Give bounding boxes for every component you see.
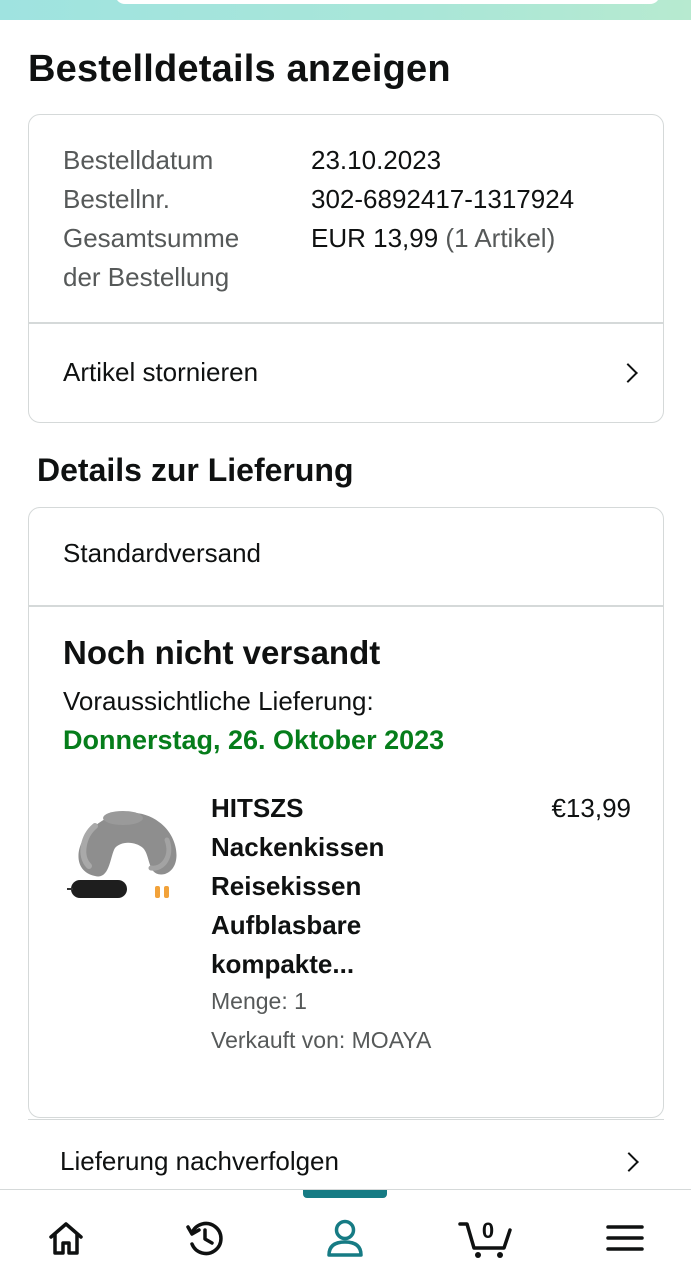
- order-total-amount: EUR 13,99: [311, 223, 439, 253]
- nav-cart[interactable]: 0: [458, 1216, 514, 1260]
- product-title[interactable]: HITSZS Nackenkissen Reisekissen Aufblasb…: [211, 789, 441, 984]
- order-total-label-line1: Gesamtsumme: [63, 223, 240, 253]
- active-tab-indicator: [303, 1190, 387, 1198]
- order-total-items: (1 Artikel): [445, 223, 556, 253]
- order-number-value: 302-6892417-1317924: [311, 184, 575, 214]
- bottom-nav: 0: [0, 1189, 691, 1280]
- history-icon: [186, 1221, 223, 1256]
- cart-icon: 0: [458, 1218, 512, 1258]
- order-total-value: EUR 13,99 (1 Artikel): [311, 219, 555, 258]
- product-seller: Verkauft von: MOAYA: [211, 1027, 432, 1053]
- chevron-right-icon: [619, 1151, 639, 1172]
- track-delivery-row[interactable]: Lieferung nachverfolgen: [28, 1119, 664, 1189]
- cart-count: 0: [482, 1218, 494, 1243]
- divider: [29, 605, 663, 607]
- menu-icon: [606, 1225, 644, 1251]
- product-title-line: Nackenkissen: [211, 832, 385, 862]
- product-image[interactable]: [65, 786, 185, 906]
- product-title-line: Reisekissen: [211, 871, 362, 901]
- delivery-section-title: Details zur Lieferung: [37, 452, 354, 488]
- cancel-items-label: Artikel stornieren: [63, 357, 259, 387]
- product-price: €13,99: [551, 793, 631, 823]
- shipping-method: Standardversand: [63, 538, 262, 568]
- product-title-line: HITSZS: [211, 793, 304, 823]
- nav-account[interactable]: [323, 1216, 367, 1260]
- search-bar-bottom[interactable]: [115, 0, 660, 4]
- top-search-bar-edge: [0, 0, 691, 20]
- product-title-line: Aufblasbare: [211, 910, 362, 940]
- order-summary-card: Bestelldatum 23.10.2023 Bestellnr. 302-6…: [28, 114, 664, 423]
- home-icon: [49, 1222, 83, 1255]
- cancel-items-row[interactable]: Artikel stornieren: [29, 323, 663, 422]
- order-date-label: Bestelldatum: [63, 145, 214, 175]
- delivery-card: Standardversand Noch nicht versandt Vora…: [28, 507, 664, 1118]
- page-title: Bestelldetails anzeigen: [28, 48, 451, 90]
- nav-menu[interactable]: [603, 1216, 647, 1260]
- nav-history[interactable]: [183, 1216, 227, 1260]
- shipment-status: Noch nicht versandt: [63, 634, 381, 671]
- chevron-right-icon: [618, 362, 638, 383]
- account-icon: [327, 1219, 363, 1257]
- estimated-delivery-date: Donnerstag, 26. Oktober 2023: [63, 725, 445, 755]
- nav-home[interactable]: [44, 1216, 88, 1260]
- product-title-line: kompakte...: [211, 949, 355, 979]
- product-quantity: Menge: 1: [211, 988, 307, 1014]
- estimated-delivery-label: Voraussichtliche Lieferung:: [63, 686, 374, 716]
- track-delivery-label: Lieferung nachverfolgen: [60, 1146, 339, 1176]
- order-date-value: 23.10.2023: [311, 145, 442, 175]
- order-number-label: Bestellnr.: [63, 184, 170, 214]
- order-total-label-line2: der Bestellung: [63, 262, 230, 292]
